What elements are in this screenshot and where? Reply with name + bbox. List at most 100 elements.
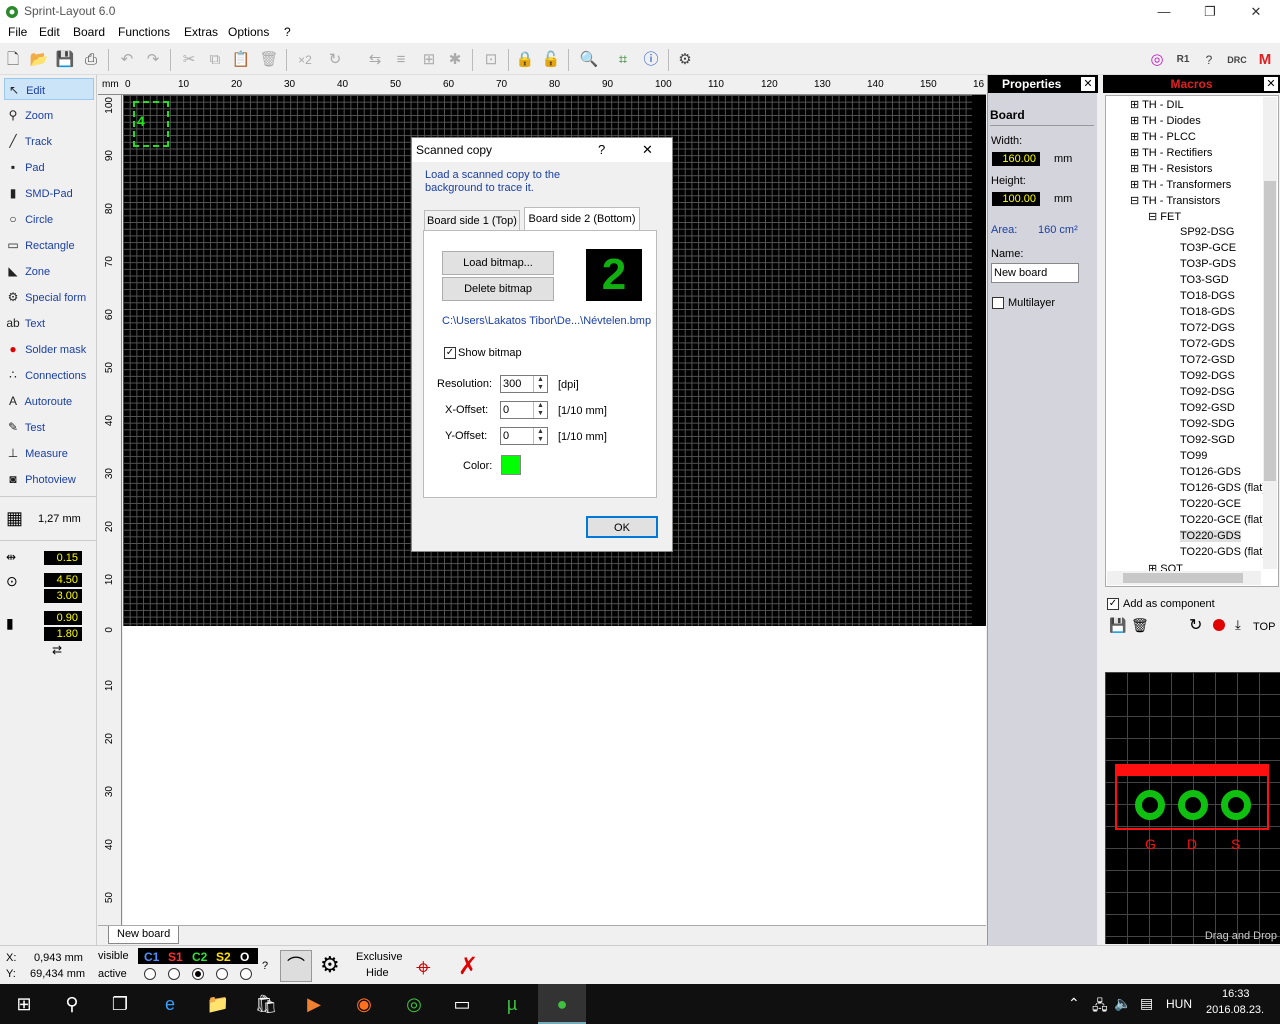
tree-item[interactable]: TO220-GDS: [1180, 530, 1241, 542]
task-view-icon[interactable]: ❐: [96, 984, 144, 1024]
close-button[interactable]: ✕: [1233, 0, 1279, 23]
language-indicator[interactable]: HUN: [1166, 997, 1192, 1011]
menu-options[interactable]: Options: [228, 25, 269, 39]
layer-s2-visible[interactable]: S2: [216, 950, 231, 964]
info-icon[interactable]: ⓘ: [640, 49, 662, 71]
tree-item[interactable]: TO3-SGD: [1180, 274, 1229, 286]
y-offset-arrows-icon[interactable]: ▲ ▼: [533, 428, 547, 444]
tree-group[interactable]: ⊞ TH - PLCC: [1130, 130, 1196, 143]
clock-time[interactable]: 16:33: [1222, 988, 1250, 1000]
tool-zoom[interactable]: ⚲ Zoom: [4, 104, 94, 126]
tree-subgroup-fet[interactable]: ⊟ FET: [1148, 210, 1181, 223]
tool-measure[interactable]: ⊥ Measure: [4, 442, 94, 464]
undo-icon[interactable]: ↶: [116, 49, 138, 71]
restore-button[interactable]: ❐: [1187, 0, 1233, 23]
tree-expand-icon[interactable]: ⊟: [1130, 195, 1142, 207]
delete-bitmap-button[interactable]: Delete bitmap: [442, 277, 554, 301]
tree-item[interactable]: SP92-DSG: [1180, 226, 1234, 238]
rotate-macro-icon[interactable]: ↻: [1189, 615, 1202, 635]
minimize-button[interactable]: —: [1141, 0, 1187, 23]
grid-value[interactable]: 1,27 mm: [38, 513, 81, 525]
tool-connections[interactable]: ∴ Connections: [4, 364, 94, 386]
r1-icon[interactable]: R1: [1172, 49, 1194, 71]
firefox-icon[interactable]: ◉: [340, 984, 388, 1024]
sheet-tab-new-board[interactable]: New board: [108, 926, 180, 944]
tool-text[interactable]: ab Text: [4, 312, 94, 334]
vertical-scrollbar[interactable]: [972, 95, 986, 626]
menu-board[interactable]: Board: [73, 25, 105, 39]
ok-button[interactable]: OK: [586, 516, 658, 538]
macro-tree[interactable]: ⊞ TH - DIL ⊞ TH - Diodes ⊞ TH - PLCC ⊞ TH -…: [1105, 95, 1279, 587]
tree-item[interactable]: TO3P-GDS: [1180, 258, 1236, 270]
layer-c1-visible[interactable]: C1: [144, 950, 159, 964]
network-icon[interactable]: 🖧: [1092, 995, 1108, 1019]
tool-pad[interactable]: ▪ Pad: [4, 156, 94, 178]
properties-close-button[interactable]: ✕: [1081, 77, 1095, 91]
tool-track[interactable]: ╱ Track: [4, 130, 94, 152]
layer-s1-active-radio[interactable]: [168, 968, 180, 980]
group-icon[interactable]: ⊞: [418, 49, 440, 71]
tree-expand-icon[interactable]: ⊞: [1130, 131, 1142, 143]
tree-expand-icon[interactable]: ⊞: [1130, 99, 1142, 111]
clock-date[interactable]: 2016.08.23.: [1206, 1004, 1264, 1016]
new-file-icon[interactable]: 🗋: [2, 49, 24, 71]
cmd-icon[interactable]: ▭: [438, 984, 486, 1024]
duplicate-icon[interactable]: ×2: [294, 49, 316, 71]
drc-icon[interactable]: DRC: [1226, 49, 1248, 71]
tree-group[interactable]: ⊞ TH - Rectifiers: [1130, 146, 1212, 159]
rotate-icon[interactable]: ↻: [324, 49, 346, 71]
tree-item[interactable]: TO18-DGS: [1180, 290, 1235, 302]
swap-icon[interactable]: ⇄: [52, 643, 62, 657]
grid-icon[interactable]: ▦: [6, 508, 23, 529]
tree-item[interactable]: TO220-GDS (flat): [1180, 546, 1266, 558]
menu-functions[interactable]: Functions: [118, 25, 170, 39]
tree-group[interactable]: ⊟ TH - Transistors: [1130, 194, 1220, 207]
crop-icon[interactable]: ⌗: [612, 49, 634, 71]
hide-label[interactable]: Hide: [366, 967, 389, 979]
multilayer-checkbox[interactable]: [992, 297, 1004, 309]
store-icon[interactable]: 🛍: [242, 984, 290, 1024]
pad-outer-value[interactable]: 4.50: [44, 573, 82, 587]
tree-item[interactable]: TO126-GDS (flat): [1180, 482, 1266, 494]
connection-mode-icon[interactable]: ⌒: [280, 950, 312, 982]
start-icon[interactable]: ⊞: [0, 984, 48, 1024]
open-folder-icon[interactable]: 📂: [28, 49, 50, 71]
tree-item[interactable]: TO220-GCE (flat): [1180, 514, 1266, 526]
tab-board-side-2[interactable]: Board side 2 (Bottom): [524, 207, 640, 231]
smd-width-value[interactable]: 0.90: [44, 611, 82, 625]
tree-group[interactable]: ⊞ TH - Resistors: [1130, 162, 1212, 175]
zoom-icon[interactable]: 🔍: [578, 49, 600, 71]
menu-file[interactable]: File: [8, 25, 27, 39]
layer-c2-visible[interactable]: C2: [192, 950, 207, 964]
delete-icon[interactable]: 🗑: [258, 49, 280, 71]
paste-icon[interactable]: 📋: [230, 49, 252, 71]
layer-help[interactable]: ?: [262, 960, 268, 972]
tool-autoroute[interactable]: A Autoroute: [4, 390, 94, 412]
tool-special-form[interactable]: ⚙ Special form: [4, 286, 94, 308]
media-player-icon[interactable]: ▶: [290, 984, 338, 1024]
track-width-value[interactable]: 0.15: [44, 551, 82, 565]
tree-scrollbar[interactable]: [1263, 97, 1277, 569]
align-icon[interactable]: ≡: [390, 49, 412, 71]
print-icon[interactable]: ⎙: [80, 49, 102, 71]
lock-icon[interactable]: 🔒: [514, 49, 536, 71]
smd-height-value[interactable]: 1.80: [44, 627, 82, 641]
layer-icon[interactable]: ◎: [1146, 49, 1168, 71]
add-as-component-checkbox[interactable]: ✓: [1107, 598, 1119, 610]
tree-hscrollbar[interactable]: [1107, 571, 1261, 585]
height-field[interactable]: 100.00: [992, 192, 1040, 206]
tree-item[interactable]: TO220-GCE: [1180, 498, 1241, 510]
tree-item[interactable]: TO92-GSD: [1180, 402, 1235, 414]
tree-expand-icon[interactable]: ⊞: [1130, 179, 1142, 191]
menu-help[interactable]: ?: [284, 25, 291, 39]
macro-preview[interactable]: G D S Drag and Drop: [1105, 672, 1280, 944]
exclusive-label[interactable]: Exclusive: [356, 951, 402, 963]
tree-item[interactable]: TO126-GDS: [1180, 466, 1241, 478]
layer-o-active-radio[interactable]: [240, 968, 252, 980]
tool-solder-mask[interactable]: ● Solder mask: [4, 338, 94, 360]
tree-item[interactable]: TO72-GDS: [1180, 338, 1235, 350]
smd-size-icon[interactable]: ▮: [6, 615, 14, 632]
show-bitmap-checkbox[interactable]: ✓: [444, 347, 456, 359]
tool-test[interactable]: ✎ Test: [4, 416, 94, 438]
dialog-close-button[interactable]: ✕: [642, 142, 653, 158]
